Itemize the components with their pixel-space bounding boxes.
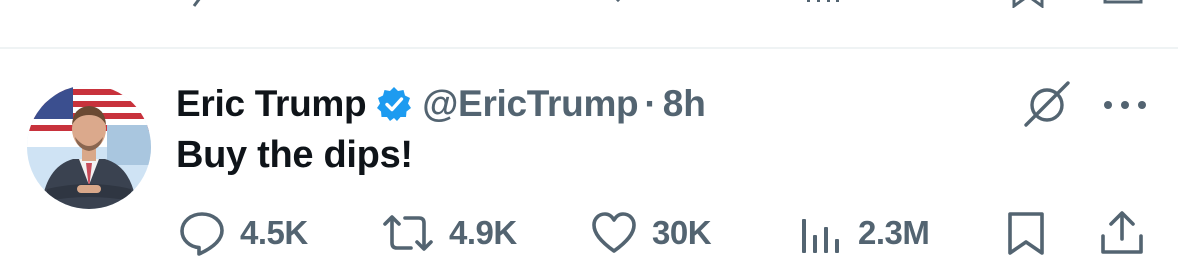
share-icon [1098,209,1146,257]
reply-icon [178,209,226,257]
more-icon[interactable] [1102,98,1148,112]
tweet-divider [0,47,1178,49]
tweet-header: Eric Trump @EricTrump · 8h [176,80,706,128]
reply-icon[interactable] [182,0,218,13]
avatar[interactable] [27,85,151,209]
verified-badge-icon [376,86,412,122]
reply-button[interactable]: 4.5K [178,205,308,261]
like-button[interactable]: 30K [590,205,712,261]
heart-icon [590,209,638,257]
bookmark-button[interactable] [1005,205,1047,261]
views-icon[interactable] [805,0,841,13]
share-button[interactable] [1098,205,1146,261]
like-count: 30K [652,214,712,251]
grok-icon[interactable] [1022,80,1072,128]
tweet-text: Buy the dips! [176,134,413,176]
repost-icon [381,209,435,257]
previous-tweet-actions [0,0,1178,9]
header-separator: · [644,83,657,124]
reply-count: 4.5K [240,214,308,251]
share-icon[interactable] [1102,0,1144,13]
views-icon [800,209,844,257]
bookmark-icon[interactable] [1010,0,1046,13]
author-name[interactable]: Eric Trump [176,83,367,125]
repost-count: 4.9K [449,214,517,251]
bookmark-icon [1005,209,1047,257]
tweet-timestamp[interactable]: 8h [663,83,706,125]
tweet-actions: 4.5K 4.9K 30K 2.3M [0,205,1178,261]
author-handle[interactable]: @EricTrump [422,83,638,125]
views-count: 2.3M [858,214,930,251]
repost-button[interactable]: 4.9K [381,205,517,261]
heart-icon[interactable] [600,0,636,13]
views-button[interactable]: 2.3M [800,205,930,261]
